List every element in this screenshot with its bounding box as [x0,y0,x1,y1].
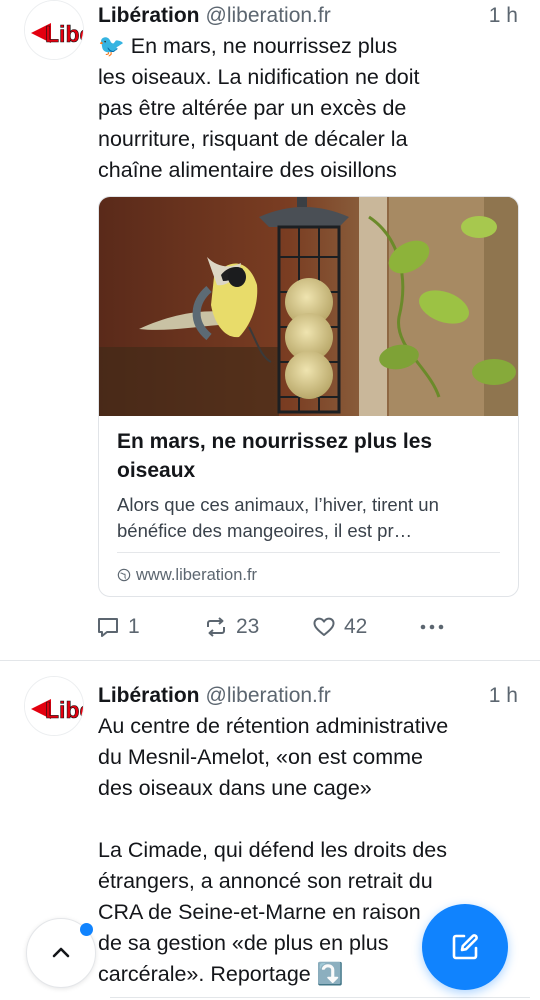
like-button[interactable]: 42 [312,612,367,642]
author-avatar[interactable]: Libé [24,676,84,736]
post-divider [0,660,540,661]
compose-button[interactable] [422,904,508,990]
card-divider [117,552,500,553]
post-actions: 1 23 42 [96,612,526,642]
card-domain[interactable]: www.liberation.fr [117,562,257,588]
author-name[interactable]: Libération [98,684,200,707]
link-card[interactable]: En mars, ne nourrissez plus les oiseaux … [98,196,519,597]
author-avatar[interactable]: Libé [24,0,84,60]
more-options-button[interactable] [418,612,446,642]
speech-bubble-icon [98,618,118,637]
card-description: Alors que ces animaux, l’hiver, tirent u… [117,494,439,541]
feed: Libé Libération @liberation.fr 1 h 🐦 En m… [0,0,540,1000]
reply-count: 1 [128,615,140,638]
svg-text:Libé: Libé [45,21,84,47]
bird-emoji: 🐦 [98,34,125,58]
author-handle[interactable]: @liberation.fr [206,4,331,27]
repost-button[interactable]: 23 [204,612,259,642]
svg-text:Libé: Libé [45,697,84,723]
bird-feeder-photo [99,197,518,416]
author-handle[interactable]: @liberation.fr [206,684,331,707]
reply-button[interactable]: 1 [96,612,140,642]
card-image [99,197,518,416]
card-domain-text: www.liberation.fr [136,566,258,584]
chevron-up-icon [52,947,70,958]
new-posts-indicator [80,923,93,936]
post-header: Libération @liberation.fr 1 h [98,680,518,712]
post-text: 🐦 En mars, ne nourrissez plus les oiseau… [98,31,518,186]
repost-count: 23 [236,615,260,638]
card-title[interactable]: En mars, ne nourrissez plus les oiseaux [117,427,507,485]
pencil-square-icon [452,934,478,960]
post-time[interactable]: 1 h [489,680,518,712]
like-count: 42 [344,615,368,638]
libe-logo: Libé [25,677,84,735]
libe-logo: Libé [25,1,84,59]
post-header: Libération @liberation.fr 1 h [98,0,518,32]
ellipsis-icon [420,624,444,630]
globe-icon [117,568,131,582]
post-divider [110,997,530,998]
repost-arrows-icon [207,617,225,637]
author-name[interactable]: Libération [98,4,200,27]
post-body: En mars, ne nourrissez plus les oiseaux.… [98,34,420,182]
post-time[interactable]: 1 h [489,0,518,32]
heart-icon [313,617,335,636]
